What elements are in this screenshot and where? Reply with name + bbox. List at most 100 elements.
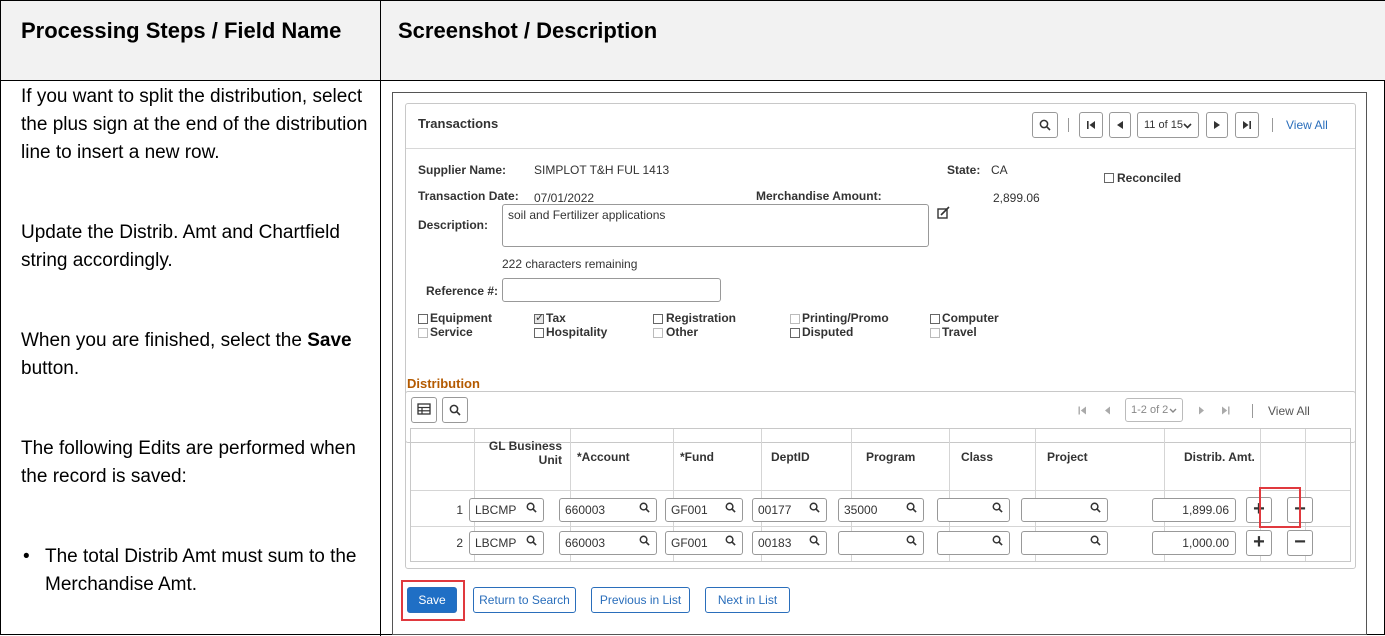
find-in-grid-button[interactable] (442, 397, 468, 423)
lookup-icon[interactable] (906, 535, 917, 546)
peoplesoft-screenshot: Transactions 11 of 15 View All Supplier … (392, 92, 1367, 635)
toolbar-separator (1252, 404, 1253, 418)
add-row-highlight (1259, 487, 1301, 528)
supplier-name-value: SIMPLOT T&H FUL 1413 (534, 163, 670, 177)
lookup-icon[interactable] (639, 535, 650, 546)
lookup-icon[interactable] (992, 535, 1003, 546)
add-row-button[interactable]: + (1246, 530, 1272, 556)
search-button[interactable] (1032, 112, 1058, 138)
class-input[interactable] (937, 531, 1010, 555)
next-in-list-button[interactable]: Next in List (705, 587, 790, 613)
tax-checkbox[interactable]: ✓ (534, 312, 545, 324)
equipment-label: Equipment (430, 311, 492, 325)
description-textarea[interactable]: soil and Fertilizer applications (502, 204, 929, 247)
edit-icon[interactable] (937, 206, 951, 220)
computer-checkbox[interactable] (930, 314, 940, 324)
class-input[interactable] (937, 498, 1010, 522)
last-page-icon (1222, 406, 1230, 415)
deptid-value: 00183 (758, 536, 792, 550)
business-unit-value: LBCMP (475, 536, 517, 550)
instruction-save-bold: Save (307, 330, 352, 351)
transaction-date-value: 07/01/2022 (534, 191, 595, 205)
business-unit-input[interactable]: LBCMP (469, 498, 544, 522)
view-all-link[interactable]: View All (1286, 118, 1328, 132)
lookup-icon[interactable] (809, 535, 820, 546)
account-value: 660003 (565, 536, 606, 550)
reference-input[interactable] (502, 278, 721, 302)
column-header-gl-line1: GL Business (488, 439, 562, 453)
fund-input[interactable]: GF001 (665, 531, 743, 555)
toolbar-separator (1272, 118, 1273, 132)
lookup-icon[interactable] (725, 502, 736, 513)
bullet-text: The total Distrib Amt must sum to the Me… (45, 546, 357, 595)
record-selector-value: 11 of 15 (1144, 119, 1183, 131)
reconciled-checkbox[interactable] (1104, 173, 1114, 183)
lookup-icon[interactable] (1090, 502, 1101, 513)
reference-label: Reference #: (426, 284, 499, 298)
record-selector[interactable]: 11 of 15 (1137, 112, 1199, 138)
last-record-button[interactable] (1235, 112, 1259, 138)
delete-row-button[interactable]: − (1287, 530, 1313, 556)
account-input[interactable]: 660003 (559, 531, 657, 555)
project-input[interactable] (1021, 531, 1108, 555)
previous-icon (1117, 121, 1123, 129)
lookup-icon[interactable] (809, 502, 820, 513)
first-icon (1087, 121, 1095, 129)
travel-checkbox (930, 328, 940, 338)
distribution-row-selector[interactable]: 1-2 of 2 (1125, 398, 1183, 422)
grid-row-divider (411, 490, 1350, 491)
first-record-button[interactable] (1079, 112, 1103, 138)
lookup-icon[interactable] (725, 535, 736, 546)
disputed-label: Disputed (802, 325, 854, 339)
transactions-title: Transactions (418, 116, 499, 131)
business-unit-input[interactable]: LBCMP (469, 531, 544, 555)
column-header-class: Class (961, 450, 994, 464)
checkmark-icon: ✓ (535, 312, 545, 324)
business-unit-value: LBCMP (475, 503, 517, 517)
transaction-date-label: Transaction Date: (418, 189, 519, 203)
project-input[interactable] (1021, 498, 1108, 522)
column-header-gl-business-unit: GL Business Unit (486, 439, 562, 467)
deptid-value: 00177 (758, 503, 792, 517)
instruction-save: When you are finished, select the Save b… (21, 327, 376, 383)
header-left-text: Processing Steps / Field Name (21, 18, 342, 43)
printing-promo-checkbox (790, 314, 800, 324)
deptid-input[interactable]: 00183 (752, 531, 827, 555)
merchandise-amount-label: Merchandise Amount: (756, 189, 882, 203)
lookup-icon[interactable] (1090, 535, 1101, 546)
deptid-input[interactable]: 00177 (752, 498, 827, 522)
lookup-icon[interactable] (906, 502, 917, 513)
chevron-down-icon (1183, 123, 1192, 129)
tax-label: Tax (546, 311, 566, 325)
registration-checkbox[interactable] (653, 314, 663, 324)
fund-input[interactable]: GF001 (665, 498, 743, 522)
header-right-cell: Screenshot / Description (381, 1, 1385, 81)
hospitality-checkbox[interactable] (534, 328, 544, 338)
distribution-view-all-link[interactable]: View All (1268, 404, 1310, 418)
chevron-down-icon (1169, 408, 1177, 413)
personalize-grid-button[interactable] (411, 397, 437, 423)
equipment-checkbox[interactable] (418, 314, 428, 324)
save-highlight (401, 580, 465, 621)
column-header-deptid: DeptID (771, 450, 810, 464)
program-input[interactable]: 35000 (838, 498, 924, 522)
instruction-save-pre: When you are finished, select the (21, 330, 302, 351)
previous-in-list-button[interactable]: Previous in List (591, 587, 690, 613)
instruction-edits: The following Edits are performed when t… (21, 438, 356, 487)
account-value: 660003 (565, 503, 606, 517)
travel-label: Travel (942, 325, 977, 339)
return-to-search-button[interactable]: Return to Search (473, 587, 576, 613)
lookup-icon[interactable] (639, 502, 650, 513)
distrib-amount-input[interactable]: 1,899.06 (1152, 498, 1236, 522)
next-record-button[interactable] (1206, 112, 1228, 138)
distrib-amount-input[interactable]: 1,000.00 (1152, 531, 1236, 555)
disputed-checkbox[interactable] (790, 328, 800, 338)
lookup-icon[interactable] (526, 535, 537, 546)
lookup-icon[interactable] (526, 502, 537, 513)
account-input[interactable]: 660003 (559, 498, 657, 522)
next-page-icon (1199, 406, 1204, 415)
instruction-save-post: button. (21, 358, 80, 379)
previous-record-button[interactable] (1109, 112, 1131, 138)
lookup-icon[interactable] (992, 502, 1003, 513)
program-input[interactable] (838, 531, 924, 555)
